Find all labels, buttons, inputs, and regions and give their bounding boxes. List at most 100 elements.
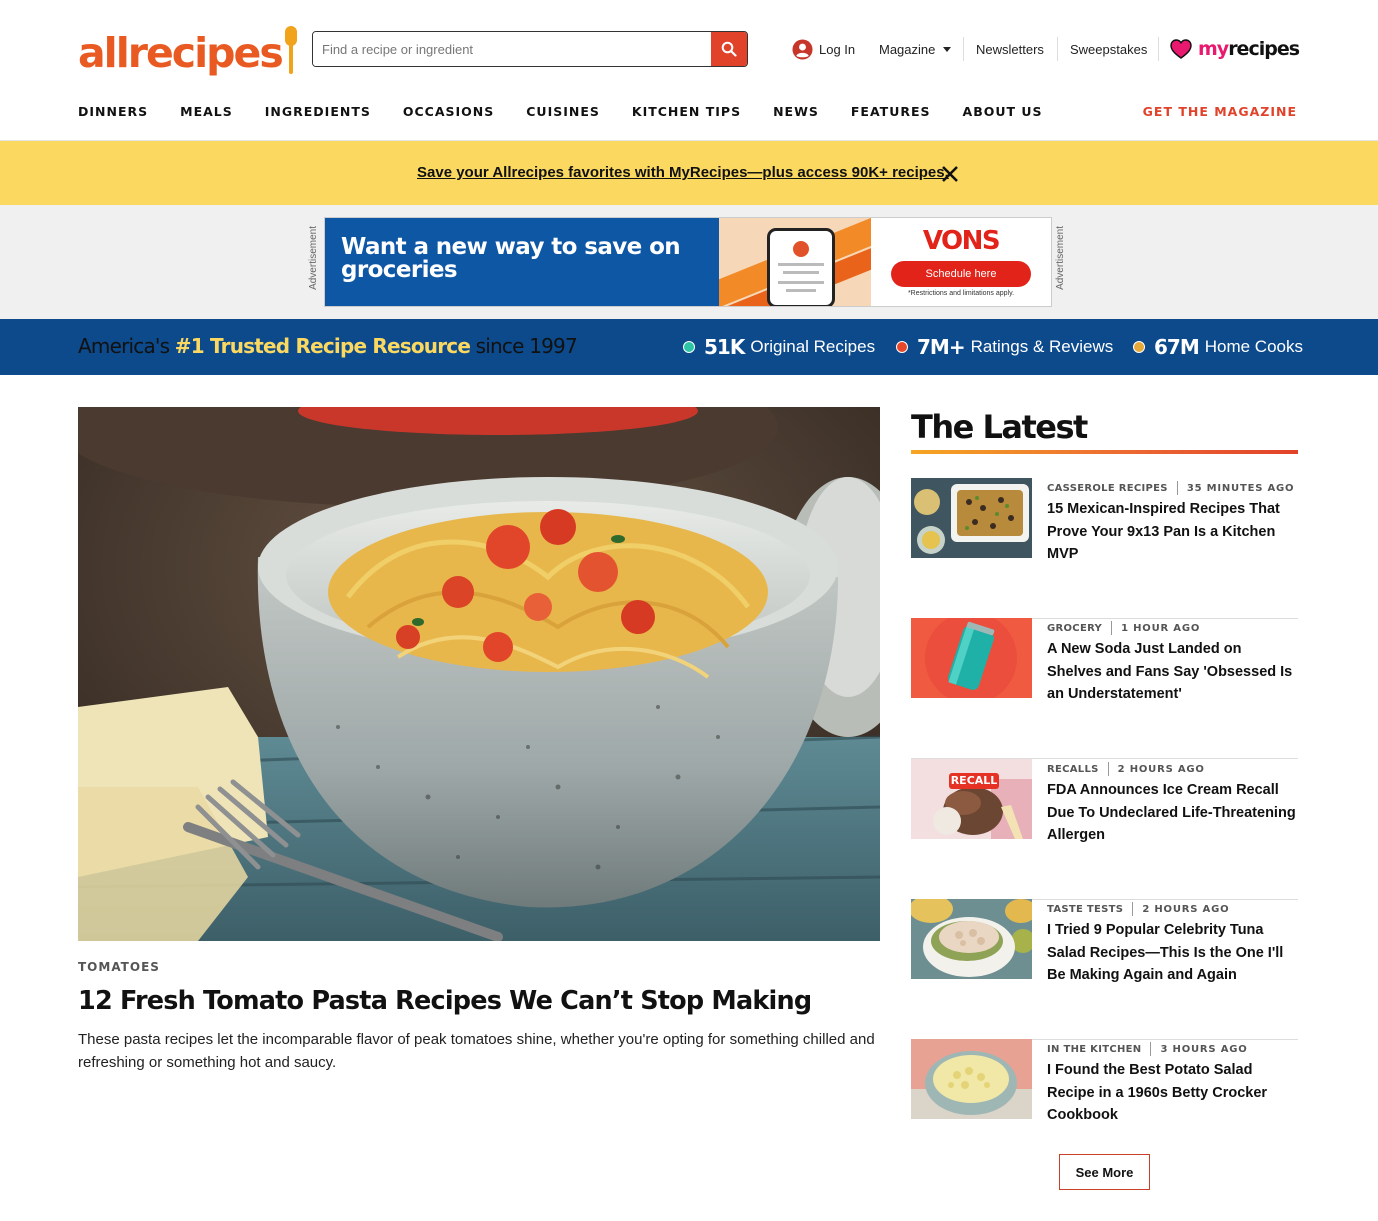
sweepstakes-link[interactable]: Sweepstakes [1070, 36, 1147, 62]
article-thumbnail [911, 899, 1032, 979]
article-time: 2 HOURS AGO [1142, 903, 1230, 915]
stat-label: Ratings & Reviews [970, 337, 1114, 356]
article-thumbnail [911, 478, 1032, 558]
pasta-bowl-image [78, 407, 880, 941]
nav-cuisines[interactable]: CUISINES [526, 104, 600, 119]
latest-heading: The Latest [911, 408, 1088, 446]
list-item[interactable]: TASTE TESTS 2 HOURS AGO I Tried 9 Popula… [911, 899, 1298, 1040]
newsletters-link[interactable]: Newsletters [976, 36, 1044, 62]
caret-down-icon [943, 46, 952, 52]
ad-fine-print: *Restrictions and limitations apply. [907, 290, 1015, 297]
tagline-suffix: since 1997 [470, 334, 578, 358]
article-time: 2 HOURS AGO [1117, 763, 1205, 775]
tagline-prefix: America's [78, 334, 175, 358]
gold-dot-icon [1133, 341, 1145, 353]
article-category[interactable]: IN THE KITCHEN [1047, 1044, 1141, 1055]
feature-image[interactable] [78, 407, 880, 941]
latest-underline [911, 450, 1298, 454]
magazine-dropdown[interactable]: Magazine [879, 36, 952, 62]
divider [963, 37, 964, 61]
main-nav: DINNERS MEALS INGREDIENTS OCCASIONS CUIS… [78, 104, 1075, 119]
login-link[interactable]: Log In [792, 36, 855, 62]
advertisement-banner[interactable]: Want a new way to save on groceries VONS… [324, 217, 1052, 307]
article-meta: GROCERY 1 HOUR AGO [1047, 621, 1200, 635]
article-headline[interactable]: A New Soda Just Landed on Shelves and Fa… [1047, 638, 1297, 706]
article-meta: IN THE KITCHEN 3 HOURS AGO [1047, 1042, 1248, 1056]
article-headline[interactable]: FDA Announces Ice Cream Recall Due To Un… [1047, 779, 1297, 847]
divider [1158, 37, 1159, 61]
magazine-label: Magazine [879, 41, 936, 57]
get-the-magazine-link[interactable]: GET THE MAGAZINE [1143, 104, 1297, 119]
article-category[interactable]: CASSEROLE RECIPES [1047, 483, 1168, 494]
nav-occasions[interactable]: OCCASIONS [403, 104, 494, 119]
ad-phone-image [719, 218, 871, 306]
article-headline[interactable]: I Found the Best Potato Salad Recipe in … [1047, 1059, 1297, 1127]
ad-label: Advertisement [308, 226, 319, 290]
sweepstakes-label: Sweepstakes [1070, 41, 1148, 57]
article-headline[interactable]: I Tried 9 Popular Celebrity Tuna Salad R… [1047, 919, 1297, 987]
article-meta: TASTE TESTS 2 HOURS AGO [1047, 902, 1229, 916]
feature-description: These pasta recipes let the incomparable… [78, 1031, 875, 1071]
promo-link[interactable]: Save your Allrecipes favorites with MyRe… [417, 164, 949, 181]
stat-home-cooks: 67M Home Cooks [1133, 335, 1303, 359]
stat-number: 51K [704, 335, 745, 359]
schedule-here-button[interactable]: Schedule here [891, 261, 1031, 287]
heart-icon [1170, 39, 1192, 59]
allrecipes-logo[interactable]: allrecipes [78, 22, 298, 74]
myrecipes-wordmark: myrecipes [1198, 38, 1300, 60]
search-bar [312, 31, 748, 67]
ad-copy: Want a new way to save on groceries [325, 218, 719, 306]
trust-tagline: America's #1 Trusted Recipe Resource sin… [78, 334, 578, 358]
tagline-highlight: #1 Trusted Recipe Resource [174, 334, 471, 358]
nav-ingredients[interactable]: INGREDIENTS [265, 104, 371, 119]
logo-text: allrecipes [78, 29, 284, 77]
user-account-icon [792, 38, 813, 60]
phone-illustration [767, 228, 835, 306]
myrecipes-logo[interactable]: myrecipes [1170, 35, 1300, 63]
feature-category[interactable]: TOMATOES [78, 960, 160, 974]
see-more-button[interactable]: See More [1059, 1154, 1150, 1190]
article-category[interactable]: TASTE TESTS [1047, 904, 1123, 915]
vons-logo: VONS [922, 226, 1001, 256]
myrecipes-recipes: recipes [1228, 38, 1300, 60]
article-time: 3 HOURS AGO [1160, 1043, 1248, 1055]
nav-about-us[interactable]: ABOUT US [963, 104, 1043, 119]
nav-meals[interactable]: MEALS [180, 104, 233, 119]
close-icon[interactable] [940, 164, 960, 184]
article-time: 1 HOUR AGO [1121, 622, 1201, 634]
site-header: allrecipes Log In Magazine Newsletters S… [0, 0, 1378, 141]
divider [1057, 37, 1058, 61]
search-input[interactable] [313, 32, 711, 66]
stat-label: Original Recipes [750, 337, 876, 356]
recall-badge: RECALL [950, 774, 998, 787]
article-time: 35 MINUTES AGO [1186, 482, 1295, 494]
article-thumbnail [911, 618, 1032, 698]
stat-label: Home Cooks [1204, 337, 1303, 356]
search-button[interactable] [711, 32, 747, 66]
newsletters-label: Newsletters [976, 41, 1044, 57]
stat-ratings-reviews: 7M+ Ratings & Reviews [896, 335, 1113, 359]
teal-dot-icon [683, 341, 695, 353]
article-thumbnail: RECALL [911, 759, 1032, 839]
stat-number: 67M [1154, 335, 1200, 359]
article-category[interactable]: RECALLS [1047, 764, 1099, 775]
red-dot-icon [896, 341, 908, 353]
list-item[interactable]: RECALL RECALLS 2 HOURS AGO FDA Announces… [911, 759, 1298, 900]
nav-dinners[interactable]: DINNERS [78, 104, 148, 119]
article-meta: CASSEROLE RECIPES 35 MINUTES AGO [1047, 481, 1294, 495]
nav-kitchen-tips[interactable]: KITCHEN TIPS [632, 104, 741, 119]
article-thumbnail [911, 1039, 1032, 1119]
ad-headline: Want a new way to save on groceries [341, 234, 681, 283]
nav-features[interactable]: FEATURES [851, 104, 931, 119]
nav-news[interactable]: NEWS [773, 104, 819, 119]
list-item[interactable]: CASSEROLE RECIPES 35 MINUTES AGO 15 Mexi… [911, 478, 1298, 619]
article-meta: RECALLS 2 HOURS AGO [1047, 762, 1205, 776]
feature-title[interactable]: 12 Fresh Tomato Pasta Recipes We Can’t S… [78, 986, 880, 1016]
ad-label: Advertisement [1055, 226, 1066, 290]
spoon-icon [284, 26, 298, 74]
list-item[interactable]: GROCERY 1 HOUR AGO A New Soda Just Lande… [911, 618, 1298, 759]
login-label: Log In [819, 41, 856, 57]
article-category[interactable]: GROCERY [1047, 623, 1102, 634]
stat-original-recipes: 51K Original Recipes [683, 335, 875, 359]
article-headline[interactable]: 15 Mexican-Inspired Recipes That Prove Y… [1047, 498, 1297, 566]
